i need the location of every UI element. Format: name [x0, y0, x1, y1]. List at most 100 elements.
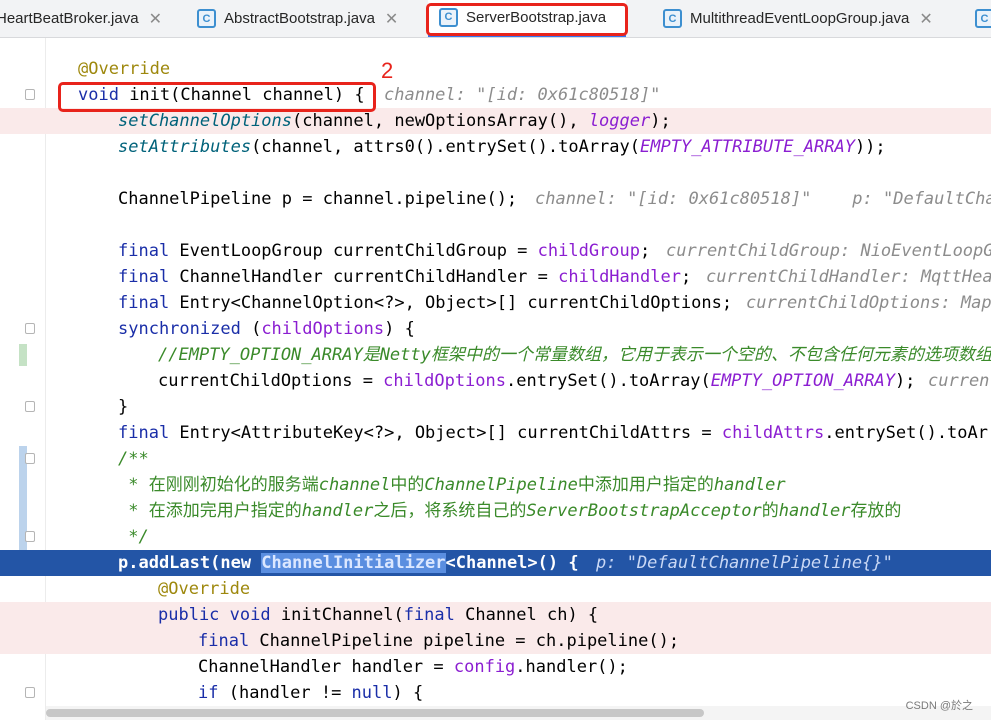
- keyword: final: [118, 267, 170, 287]
- doc-text: 的: [761, 501, 779, 521]
- debug-inlay-value: p: "DefaultChannelPipeline{}": [596, 553, 893, 573]
- code-text: .entrySet().toArray(: [506, 371, 711, 391]
- code-text: EventLoopGroup currentChildGroup =: [169, 241, 538, 261]
- doc-comment: * 在添加完用户指定的handler之后，将系统自己的ServerBootstr…: [118, 498, 901, 524]
- doc-text: channel: [318, 475, 391, 495]
- doc-text: handler: [301, 501, 374, 521]
- code-line[interactable]: //EMPTY_OPTION_ARRAY是Netty框架中的一个常量数组，它用于…: [0, 342, 991, 368]
- doc-text: 存放的: [850, 501, 902, 521]
- code-line[interactable]: @Override: [0, 576, 991, 602]
- doc-text: handler: [713, 475, 786, 495]
- code-line[interactable]: /**: [0, 446, 991, 472]
- tab-heartbeatbroker[interactable]: HeartBeatBroker.java ✕: [0, 0, 162, 37]
- field-ref: childOptions: [383, 371, 506, 391]
- constant-ref: EMPTY_ATTRIBUTE_ARRAY: [640, 137, 855, 157]
- step-number-label: 2: [381, 58, 394, 83]
- code-text: ) {: [392, 683, 424, 703]
- field-ref: childHandler: [558, 267, 681, 287]
- code-text: (channel, attrs0().entrySet().toArray(: [251, 137, 640, 157]
- code-text: ChannelHandler currentChildHandler =: [169, 267, 559, 287]
- doc-text: 中的: [390, 475, 425, 495]
- close-tab-icon[interactable]: ✕: [919, 9, 932, 29]
- field-ref: childGroup: [537, 241, 641, 261]
- code-text: ChannelPipeline p = channel.pipeline();: [118, 189, 518, 209]
- keyword: synchronized: [118, 319, 241, 339]
- java-class-icon: C: [975, 9, 991, 28]
- tab-label: HeartBeatBroker.java: [0, 10, 139, 27]
- java-class-icon: C: [197, 9, 216, 28]
- code-line[interactable]: synchronized (childOptions) {: [0, 316, 991, 342]
- code-text: .entrySet().toArra: [824, 423, 991, 443]
- keyword: final: [198, 631, 250, 651]
- doc-text: handler: [778, 501, 851, 521]
- selected-text: ChannelInitializer: [261, 553, 446, 573]
- code-text: p.addLast(new ChannelInitializer<Channel…: [118, 550, 579, 576]
- code-text: <Channel>() {: [445, 553, 579, 573]
- keyword: public: [158, 605, 220, 625]
- keyword: null: [351, 683, 393, 703]
- code-text: public void initChannel(final Channel ch…: [158, 602, 598, 628]
- doc-text: 之后，将系统自己的: [373, 501, 527, 521]
- code-line[interactable]: * 在刚刚初始化的服务端channel中的ChannelPipeline中添加用…: [0, 472, 991, 498]
- code-line[interactable]: @Override: [0, 56, 991, 82]
- doc-text: 中添加用户指定的: [577, 475, 714, 495]
- tab-label: MultithreadEventLoopGroup.java: [690, 10, 910, 27]
- code-line[interactable]: if (handler != null) {: [0, 680, 991, 706]
- code-text: (: [240, 319, 262, 339]
- tab-abstractbootstrap[interactable]: C AbstractBootstrap.java ✕: [197, 0, 398, 37]
- code-line[interactable]: final ChannelHandler currentChildHandler…: [0, 264, 991, 290]
- code-text: currentChildOptions = childOptions.entry…: [158, 368, 915, 394]
- code-text: ));: [854, 137, 886, 157]
- code-text: final EventLoopGroup currentChildGroup =…: [118, 238, 650, 264]
- scrollbar-thumb[interactable]: [46, 709, 704, 717]
- code-text: final Entry<AttributeKey<?>, Object>[] c…: [118, 420, 991, 446]
- code-text: synchronized (childOptions) {: [118, 316, 415, 342]
- code-line[interactable]: ChannelHandler handler = config.handler(…: [0, 654, 991, 680]
- code-line[interactable]: * 在添加完用户指定的handler之后，将系统自己的ServerBootstr…: [0, 498, 991, 524]
- code-line[interactable]: final Entry<ChannelOption<?>, Object>[] …: [0, 290, 991, 316]
- doc-comment: * 在刚刚初始化的服务端channel中的ChannelPipeline中添加用…: [118, 472, 786, 498]
- code-text: ChannelHandler handler = config.handler(…: [198, 654, 628, 680]
- constant-ref: EMPTY_OPTION_ARRAY: [710, 371, 895, 391]
- watermark: CSDN @於之: [905, 700, 973, 712]
- keyword: if: [198, 683, 219, 703]
- code-line[interactable]: setAttributes(channel, attrs0().entrySet…: [0, 134, 991, 160]
- debug-inlay-value: currentChildOptions: Maps: [746, 293, 991, 313]
- debug-inlay-value: currentChildHandler: MqttHea: [706, 267, 991, 287]
- close-tab-icon[interactable]: ✕: [385, 9, 398, 29]
- keyword: final: [403, 605, 455, 625]
- close-tab-icon[interactable]: ✕: [149, 9, 162, 29]
- code-text: initChannel(: [270, 605, 404, 625]
- code-line-current-execution[interactable]: p.addLast(new ChannelInitializer<Channel…: [0, 550, 991, 576]
- debug-inlay-value: currentChildGroup: NioEventLoopG: [666, 241, 991, 261]
- horizontal-scrollbar[interactable]: [46, 706, 991, 720]
- code-text: }: [118, 397, 129, 417]
- code-text: (channel, newOptionsArray(),: [292, 111, 589, 131]
- code-line[interactable]: final Entry<AttributeKey<?>, Object>[] c…: [0, 420, 991, 446]
- code-text: (handler !=: [218, 683, 352, 703]
- code-text: if (handler != null) {: [198, 680, 423, 706]
- code-line-breakpoint[interactable]: final ChannelPipeline pipeline = ch.pipe…: [0, 628, 991, 654]
- doc-text: * 在刚刚初始化的服务端: [118, 475, 319, 495]
- code-text: );: [894, 371, 916, 391]
- code-line[interactable]: */: [0, 524, 991, 550]
- annotation-override: @Override: [158, 579, 251, 599]
- code-text: final ChannelPipeline pipeline = ch.pipe…: [198, 628, 679, 654]
- code-line[interactable]: currentChildOptions = childOptions.entry…: [0, 368, 991, 394]
- tab-multithreadeventloopgroup[interactable]: C MultithreadEventLoopGroup.java ✕: [663, 0, 933, 37]
- tab-overflow[interactable]: C: [975, 0, 991, 37]
- code-line[interactable]: ChannelPipeline p = channel.pipeline(); …: [0, 186, 991, 212]
- doc-text: ServerBootstrapAcceptor: [526, 501, 762, 521]
- keyword: final: [118, 241, 170, 261]
- code-line[interactable]: }: [0, 394, 991, 420]
- code-text: ChannelPipeline pipeline = ch.pipeline()…: [249, 631, 680, 651]
- code-text: setAttributes(channel, attrs0().entrySet…: [118, 134, 886, 160]
- code-line[interactable]: final EventLoopGroup currentChildGroup =…: [0, 238, 991, 264]
- method-call: setChannelOptions: [118, 111, 292, 131]
- method-call: setAttributes: [118, 137, 252, 157]
- keyword: void: [229, 605, 271, 625]
- code-text: );: [650, 111, 671, 131]
- code-text: ;: [680, 267, 692, 287]
- code-line-breakpoint[interactable]: public void initChannel(final Channel ch…: [0, 602, 991, 628]
- code-text: p.addLast(new: [118, 553, 262, 573]
